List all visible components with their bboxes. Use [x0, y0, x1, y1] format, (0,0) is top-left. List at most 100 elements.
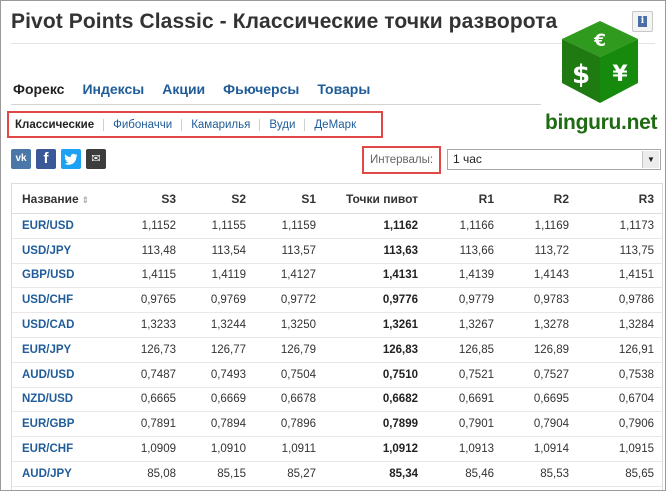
tab-forex[interactable]: Форекс: [13, 81, 64, 101]
mail-icon[interactable]: ✉: [86, 149, 106, 169]
s1-value: 0,7504: [254, 362, 324, 388]
tab-futures[interactable]: Фьючерсы: [223, 81, 299, 101]
instrument-link[interactable]: USD/CHF: [12, 287, 108, 314]
pivot-value: 1,1162: [324, 213, 426, 239]
interval-select[interactable]: 1 час ▼: [447, 149, 661, 170]
pivot-value: 160,57: [324, 486, 426, 490]
r1-value: 113,66: [426, 238, 502, 264]
r2-value: 0,7904: [502, 411, 577, 438]
tab-stocks[interactable]: Акции: [162, 81, 205, 101]
subtab-fibonacci[interactable]: Фибоначчи: [103, 118, 181, 131]
chevron-down-icon[interactable]: ▼: [642, 151, 659, 168]
table-row: AUD/USD 0,7487 0,7493 0,7504 0,7510 0,7521 0,7…: [12, 362, 662, 388]
s3-value: 1,3233: [108, 312, 184, 338]
subtab-camarilla[interactable]: Камарилья: [181, 118, 259, 131]
r2-value: 1,0914: [502, 436, 577, 462]
s2-value: 85,15: [184, 461, 254, 487]
r3-value: 160,76: [577, 486, 662, 490]
sort-icon[interactable]: ⇕: [82, 195, 90, 205]
s1-value: 1,0911: [254, 436, 324, 462]
s3-value: 1,4115: [108, 263, 184, 289]
column-header-r2: R2: [502, 184, 577, 214]
s3-value: 0,6665: [108, 387, 184, 413]
r1-value: 126,85: [426, 337, 502, 363]
table-row: EUR/GBP 0,7891 0,7894 0,7896 0,7899 0,7901 0,7…: [12, 411, 662, 438]
twitter-icon[interactable]: [61, 149, 81, 169]
interval-selected-value: 1 час: [453, 152, 482, 166]
s3-value: 85,08: [108, 461, 184, 487]
r1-value: 85,46: [426, 461, 502, 487]
instrument-link[interactable]: NZD/USD: [12, 387, 108, 413]
page-title: Pivot Points Classic - Классические точк…: [11, 10, 558, 33]
vk-icon[interactable]: vk: [11, 149, 31, 169]
instrument-link[interactable]: USD/CAD: [12, 312, 108, 338]
instrument-link[interactable]: AUD/JPY: [12, 461, 108, 487]
pivot-value: 0,6682: [324, 387, 426, 413]
table-row: NZD/USD 0,6665 0,6669 0,6678 0,6682 0,6691 0,6…: [12, 387, 662, 413]
instrument-link[interactable]: EUR/USD: [12, 213, 108, 239]
svg-text:$: $: [572, 60, 590, 90]
s1-value: 160,52: [254, 486, 324, 490]
s2-value: 113,54: [184, 238, 254, 264]
r2-value: 113,72: [502, 238, 577, 264]
r3-value: 126,91: [577, 337, 662, 363]
r1-value: 160,64: [426, 486, 502, 490]
r2-value: 160,69: [502, 486, 577, 490]
r3-value: 1,3284: [577, 312, 662, 338]
pivot-value: 0,9776: [324, 287, 426, 314]
table-row: USD/CHF 0,9765 0,9769 0,9772 0,9776 0,9779 0,9…: [12, 287, 662, 314]
binguru-logo-cube-icon: € $ ¥: [562, 21, 638, 103]
social-share-bar: vk f ✉: [11, 149, 106, 169]
pivot-value: 1,4131: [324, 263, 426, 289]
r1-value: 0,6691: [426, 387, 502, 413]
s2-value: 160,45: [184, 486, 254, 490]
s1-value: 1,3250: [254, 312, 324, 338]
page-frame: Pivot Points Classic - Классические точк…: [0, 0, 666, 491]
facebook-icon[interactable]: f: [36, 149, 56, 169]
r2-value: 1,4143: [502, 263, 577, 289]
table-body: EUR/USD 1,1152 1,1155 1,1159 1,1162 1,1166 1,1…: [12, 213, 662, 490]
s3-value: 1,0909: [108, 436, 184, 462]
table-row: USD/CAD 1,3233 1,3244 1,3250 1,3261 1,3267 1,3…: [12, 312, 662, 338]
s1-value: 0,7896: [254, 411, 324, 438]
instrument-link[interactable]: USD/JPY: [12, 238, 108, 264]
r1-value: 0,7901: [426, 411, 502, 438]
pivot-value: 85,34: [324, 461, 426, 487]
r2-value: 0,7527: [502, 362, 577, 388]
s3-value: 0,9765: [108, 287, 184, 314]
r2-value: 1,3278: [502, 312, 577, 338]
subtab-woodie[interactable]: Вуди: [259, 118, 304, 131]
tab-indices[interactable]: Индексы: [82, 81, 144, 101]
r2-value: 0,6695: [502, 387, 577, 413]
binguru-logo-text: binguru.net: [545, 111, 658, 134]
pivot-value: 1,3261: [324, 312, 426, 338]
table-row: GBP/USD 1,4115 1,4119 1,4127 1,4131 1,4139 1,4…: [12, 263, 662, 289]
s1-value: 126,79: [254, 337, 324, 363]
r3-value: 85,65: [577, 461, 662, 487]
tab-commodities[interactable]: Товары: [317, 81, 370, 101]
r2-value: 85,53: [502, 461, 577, 487]
pivot-type-tabs: Классические Фибоначчи Камарилья Вуди Де…: [7, 111, 383, 138]
pivot-value: 0,7899: [324, 411, 426, 438]
instrument-link[interactable]: EUR/JPY: [12, 337, 108, 363]
instrument-link[interactable]: EUR/GBP: [12, 411, 108, 438]
subtab-classic[interactable]: Классические: [14, 119, 103, 131]
column-header-r3: R3: [577, 184, 662, 214]
column-header-s3: S3: [108, 184, 184, 214]
r1-value: 1,1166: [426, 213, 502, 239]
instrument-link[interactable]: GBP/USD: [12, 263, 108, 289]
s1-value: 1,4127: [254, 263, 324, 289]
subtab-demark[interactable]: ДеМарк: [304, 118, 365, 131]
instrument-link[interactable]: AUD/USD: [12, 362, 108, 388]
table-row: GBP/JPY160,40160,45160,52160,57160,64160…: [12, 486, 662, 490]
r1-value: 0,7521: [426, 362, 502, 388]
r3-value: 0,7906: [577, 411, 662, 438]
tabs-divider: [11, 104, 541, 105]
instrument-link[interactable]: GBP/JPY: [12, 486, 108, 490]
r1-value: 0,9779: [426, 287, 502, 314]
column-header-name[interactable]: Название ⇕: [12, 184, 108, 214]
r2-value: 0,9783: [502, 287, 577, 314]
svg-text:¥: ¥: [612, 62, 628, 87]
pivot-value: 1,0912: [324, 436, 426, 462]
instrument-link[interactable]: EUR/CHF: [12, 436, 108, 462]
